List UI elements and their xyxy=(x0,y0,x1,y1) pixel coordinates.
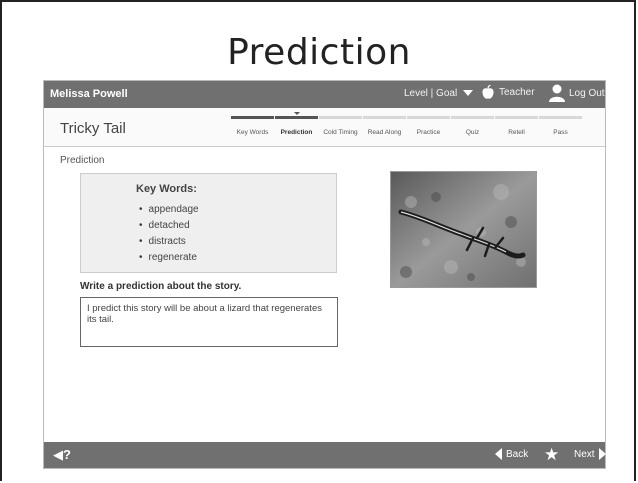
lizard-photo xyxy=(390,171,537,288)
step-label: Read Along xyxy=(367,129,402,136)
back-label: Back xyxy=(506,448,529,460)
step-bar xyxy=(495,116,538,119)
step-label: Practice xyxy=(416,129,441,136)
step-label: Retell xyxy=(508,129,525,136)
step-label: Prediction xyxy=(280,129,313,136)
app-window: Melissa Powell Level | Goal Teacher Log … xyxy=(43,80,606,469)
top-bar: Melissa Powell Level | Goal Teacher Log … xyxy=(44,81,605,108)
key-word-item: appendage xyxy=(139,202,199,218)
chevron-left-icon xyxy=(495,448,502,460)
step-practice[interactable]: Practice xyxy=(407,116,450,136)
current-step-marker xyxy=(294,112,300,115)
lizard-image xyxy=(391,172,536,287)
next-button[interactable]: Next xyxy=(574,448,606,460)
bottom-bar: ◀? Back ★ Next xyxy=(44,442,606,468)
step-bar xyxy=(451,116,494,119)
step-read-along[interactable]: Read Along xyxy=(363,116,406,136)
teacher-button[interactable]: Teacher xyxy=(482,85,535,100)
step-label: Key Words xyxy=(236,129,269,136)
level-goal-label: Level | Goal xyxy=(404,88,458,99)
logout-label: Log Out xyxy=(569,87,605,99)
step-label: Quiz xyxy=(465,129,480,136)
apple-icon xyxy=(482,85,494,99)
progress-steps: Key Words Prediction Cold Timing Read Al… xyxy=(231,112,583,136)
key-word-item: distracts xyxy=(139,234,199,250)
prediction-textarea[interactable]: I predict this story will be about a liz… xyxy=(80,297,338,347)
user-name: Melissa Powell xyxy=(50,88,128,100)
step-bar xyxy=(539,116,582,119)
user-icon xyxy=(549,84,565,102)
step-retell[interactable]: Retell xyxy=(495,116,538,136)
section-label: Prediction xyxy=(60,155,105,166)
step-label: Pass xyxy=(553,129,568,136)
audio-help-button[interactable]: ◀? xyxy=(53,447,71,463)
story-title: Tricky Tail xyxy=(60,120,126,137)
step-bar xyxy=(363,116,406,119)
step-pass[interactable]: Pass xyxy=(539,116,582,136)
chevron-right-icon xyxy=(598,448,606,460)
teacher-label: Teacher xyxy=(499,87,535,98)
step-bar xyxy=(319,116,362,119)
step-quiz[interactable]: Quiz xyxy=(451,116,494,136)
step-bar xyxy=(231,116,274,119)
level-goal-dropdown[interactable]: Level | Goal xyxy=(404,88,473,99)
step-bar xyxy=(407,116,450,119)
step-prediction[interactable]: Prediction xyxy=(275,112,318,136)
key-words-list: appendage detached distracts regenerate xyxy=(139,202,199,266)
prediction-prompt: Write a prediction about the story. xyxy=(80,281,242,292)
story-header: Tricky Tail Key Words Prediction Cold Ti… xyxy=(44,108,605,147)
chevron-down-icon xyxy=(462,90,473,97)
logout-button[interactable]: Log Out xyxy=(549,84,605,102)
speaker-help-icon: ◀? xyxy=(53,447,71,462)
key-word-item: detached xyxy=(139,218,199,234)
back-button[interactable]: Back xyxy=(495,448,528,460)
step-label: Cold Timing xyxy=(323,129,358,136)
star-icon[interactable]: ★ xyxy=(544,445,559,465)
next-label: Next xyxy=(574,448,595,460)
key-words-title: Key Words: xyxy=(136,183,197,195)
slide-title: Prediction xyxy=(227,32,411,73)
step-cold-timing[interactable]: Cold Timing xyxy=(319,116,362,136)
step-bar xyxy=(275,116,318,119)
key-words-panel: Key Words: appendage detached distracts … xyxy=(80,173,337,273)
key-word-item: regenerate xyxy=(139,250,199,266)
step-key-words[interactable]: Key Words xyxy=(231,116,274,136)
